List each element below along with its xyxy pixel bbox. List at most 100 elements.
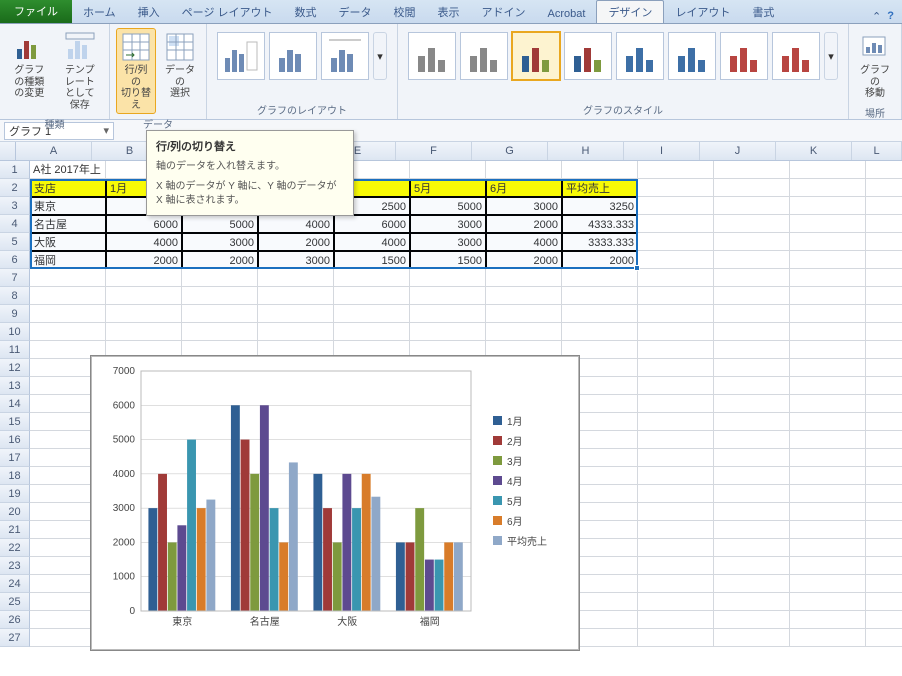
- cell[interactable]: [866, 233, 902, 251]
- cell[interactable]: [486, 161, 562, 179]
- cell[interactable]: [866, 593, 902, 611]
- cell[interactable]: [790, 377, 866, 395]
- row-header-13[interactable]: 13: [0, 377, 30, 395]
- row-header-27[interactable]: 27: [0, 629, 30, 647]
- cell[interactable]: 4000: [258, 215, 334, 233]
- cell[interactable]: [562, 323, 638, 341]
- layout-thumb-1[interactable]: [217, 32, 265, 80]
- cell[interactable]: 5000: [182, 215, 258, 233]
- style-thumb-6[interactable]: [668, 32, 716, 80]
- cell[interactable]: 6000: [334, 215, 410, 233]
- cell[interactable]: [714, 251, 790, 269]
- cell[interactable]: [486, 269, 562, 287]
- cell[interactable]: [790, 467, 866, 485]
- select-data-button[interactable]: データの 選択: [160, 28, 200, 103]
- cell[interactable]: [182, 305, 258, 323]
- cell[interactable]: [790, 557, 866, 575]
- cell[interactable]: [638, 341, 714, 359]
- cell[interactable]: [790, 503, 866, 521]
- cell[interactable]: [182, 269, 258, 287]
- col-header-G[interactable]: G: [472, 142, 548, 160]
- cell[interactable]: 2000: [182, 251, 258, 269]
- cell[interactable]: [866, 431, 902, 449]
- cell[interactable]: [410, 269, 486, 287]
- layout-thumb-3[interactable]: [321, 32, 369, 80]
- cell[interactable]: [790, 323, 866, 341]
- col-header-F[interactable]: F: [396, 142, 472, 160]
- cell[interactable]: [638, 593, 714, 611]
- cell[interactable]: 3000: [486, 197, 562, 215]
- cell[interactable]: 6月: [486, 179, 562, 197]
- cell[interactable]: [106, 287, 182, 305]
- cell[interactable]: [638, 305, 714, 323]
- row-header-26[interactable]: 26: [0, 611, 30, 629]
- cell[interactable]: [106, 269, 182, 287]
- cell[interactable]: [638, 485, 714, 503]
- cell[interactable]: 3000: [410, 215, 486, 233]
- row-header-15[interactable]: 15: [0, 413, 30, 431]
- cell[interactable]: 4000: [486, 233, 562, 251]
- cell[interactable]: [638, 395, 714, 413]
- cell[interactable]: [790, 431, 866, 449]
- save-template-button[interactable]: テンプレート として保存: [57, 28, 103, 114]
- cell[interactable]: 支店: [30, 179, 106, 197]
- row-header-18[interactable]: 18: [0, 467, 30, 485]
- cell[interactable]: [790, 305, 866, 323]
- cell[interactable]: [562, 161, 638, 179]
- cell[interactable]: [638, 377, 714, 395]
- style-thumb-2[interactable]: [460, 32, 508, 80]
- tab-view[interactable]: 表示: [427, 1, 471, 23]
- cell[interactable]: [714, 359, 790, 377]
- cell[interactable]: [790, 485, 866, 503]
- tab-acrobat[interactable]: Acrobat: [537, 5, 597, 23]
- cell[interactable]: [638, 233, 714, 251]
- cell[interactable]: [714, 467, 790, 485]
- row-header-4[interactable]: 4: [0, 215, 30, 233]
- cell[interactable]: [790, 611, 866, 629]
- cell[interactable]: 3000: [410, 233, 486, 251]
- change-chart-type-button[interactable]: グラフの種類 の変更: [6, 28, 53, 103]
- cell[interactable]: [258, 323, 334, 341]
- tab-data[interactable]: データ: [328, 1, 383, 23]
- cell[interactable]: 2000: [562, 251, 638, 269]
- cell[interactable]: [410, 161, 486, 179]
- cell[interactable]: [714, 305, 790, 323]
- cell[interactable]: [638, 323, 714, 341]
- cell[interactable]: [714, 377, 790, 395]
- cell[interactable]: 4000: [106, 233, 182, 251]
- cell[interactable]: [638, 521, 714, 539]
- cell[interactable]: [334, 323, 410, 341]
- cell[interactable]: [714, 269, 790, 287]
- tab-addin[interactable]: アドイン: [471, 1, 537, 23]
- cell[interactable]: [638, 431, 714, 449]
- cell[interactable]: 2000: [106, 251, 182, 269]
- cell[interactable]: [638, 503, 714, 521]
- cell[interactable]: [714, 503, 790, 521]
- cell[interactable]: [866, 179, 902, 197]
- cell[interactable]: [714, 431, 790, 449]
- cell[interactable]: [790, 359, 866, 377]
- cell[interactable]: 福岡: [30, 251, 106, 269]
- move-chart-button[interactable]: グラフの 移動: [855, 28, 895, 103]
- cell[interactable]: [866, 161, 902, 179]
- cell[interactable]: [866, 287, 902, 305]
- cell[interactable]: 3000: [258, 251, 334, 269]
- cell[interactable]: [790, 161, 866, 179]
- cell[interactable]: [486, 305, 562, 323]
- cell[interactable]: 大阪: [30, 233, 106, 251]
- cell[interactable]: [638, 269, 714, 287]
- cell[interactable]: [866, 359, 902, 377]
- cell[interactable]: [106, 305, 182, 323]
- cell[interactable]: [790, 449, 866, 467]
- cell[interactable]: [334, 305, 410, 323]
- cell[interactable]: [106, 323, 182, 341]
- row-header-19[interactable]: 19: [0, 485, 30, 503]
- cell[interactable]: [638, 467, 714, 485]
- cell[interactable]: [714, 557, 790, 575]
- cell[interactable]: [638, 575, 714, 593]
- tab-format[interactable]: 書式: [741, 1, 785, 23]
- cell[interactable]: [866, 305, 902, 323]
- cell[interactable]: [866, 197, 902, 215]
- tab-file[interactable]: ファイル: [0, 0, 72, 23]
- style-gallery-more[interactable]: ▾: [824, 32, 838, 80]
